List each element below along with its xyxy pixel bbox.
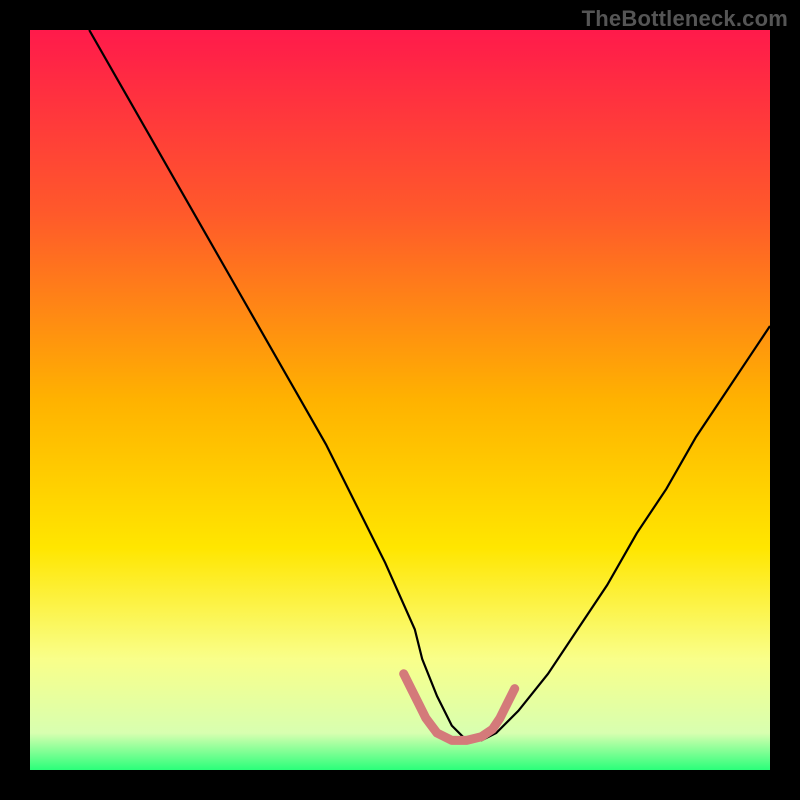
plot-area bbox=[30, 30, 770, 770]
bottleneck-chart bbox=[30, 30, 770, 770]
gradient-background bbox=[30, 30, 770, 770]
chart-frame: TheBottleneck.com bbox=[0, 0, 800, 800]
watermark-text: TheBottleneck.com bbox=[582, 6, 788, 32]
